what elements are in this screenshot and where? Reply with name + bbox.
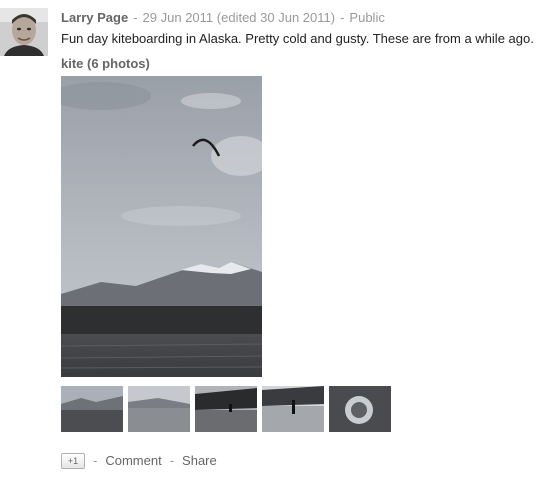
edited-date[interactable]: (edited 30 Jun 2011) bbox=[217, 10, 335, 25]
photo-thumbnail[interactable] bbox=[262, 386, 324, 432]
main-photo[interactable] bbox=[61, 76, 262, 377]
post-header: Larry Page -29 Jun 2011 (edited 30 Jun 20… bbox=[61, 10, 385, 26]
photo-thumbnail[interactable] bbox=[195, 386, 257, 432]
share-link[interactable]: Share bbox=[182, 452, 217, 470]
kite-photo bbox=[61, 76, 262, 377]
avatar-portrait bbox=[0, 8, 48, 56]
post-actions: +1 - Comment - Share bbox=[61, 452, 217, 470]
thumbnail-image bbox=[128, 386, 190, 432]
header-separator: - bbox=[133, 10, 138, 25]
thumbnail-image bbox=[262, 386, 324, 432]
action-separator: - bbox=[93, 453, 98, 468]
thumbnail-image bbox=[195, 386, 257, 432]
album-link[interactable]: kite (6 photos) bbox=[61, 56, 150, 72]
visibility-label[interactable]: Public bbox=[349, 10, 384, 25]
author-name[interactable]: Larry Page bbox=[61, 10, 128, 25]
header-separator: - bbox=[340, 10, 345, 25]
photo-thumbnail[interactable] bbox=[61, 386, 123, 432]
comment-link[interactable]: Comment bbox=[105, 452, 161, 470]
avatar[interactable] bbox=[0, 8, 48, 56]
post-text: Fun day kiteboarding in Alaska. Pretty c… bbox=[61, 31, 534, 46]
photo-thumbnail[interactable] bbox=[128, 386, 190, 432]
thumbnail-image bbox=[61, 386, 123, 432]
action-separator: - bbox=[169, 453, 175, 468]
plus-one-button[interactable]: +1 bbox=[61, 453, 85, 469]
photo-thumbnail[interactable] bbox=[329, 386, 391, 432]
post-date[interactable]: 29 Jun 2011 bbox=[143, 10, 214, 25]
thumbnail-image bbox=[329, 386, 391, 432]
